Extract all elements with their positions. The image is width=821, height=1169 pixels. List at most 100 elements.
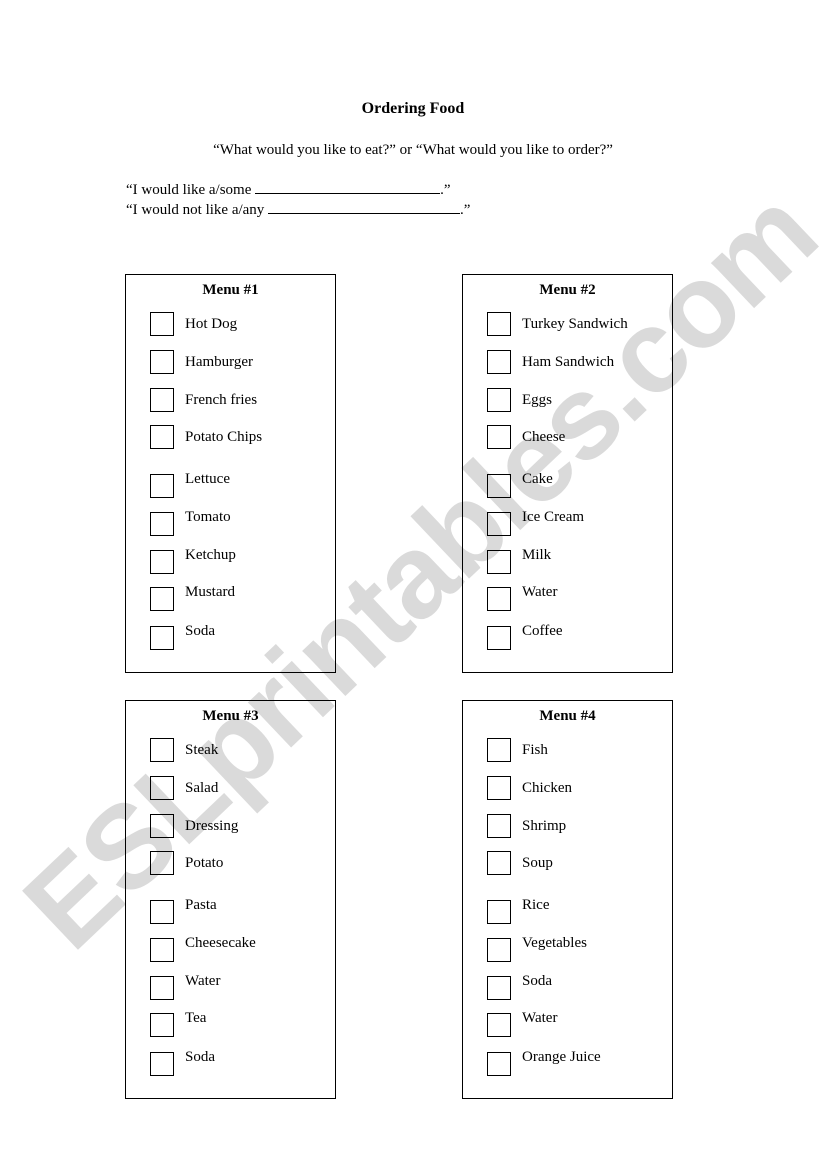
menu-item-checkbox[interactable]	[487, 388, 511, 412]
menu-item-checkbox[interactable]	[150, 626, 174, 650]
menu-item-checkbox[interactable]	[150, 474, 174, 498]
menu-item-label: Potato	[185, 855, 224, 871]
menu-item-checkbox[interactable]	[487, 900, 511, 924]
menu-item-checkbox[interactable]	[487, 1013, 511, 1037]
menu-item: Pasta	[150, 897, 330, 926]
menu-item-checkbox[interactable]	[487, 550, 511, 574]
menu-item-checkbox[interactable]	[487, 738, 511, 762]
blank-line-not-like[interactable]	[268, 200, 461, 214]
menu-item: Ham Sandwich	[487, 350, 667, 376]
menu-item-label: Soda	[185, 623, 215, 639]
menu-item-label: Tomato	[185, 509, 231, 525]
menu-item-checkbox[interactable]	[487, 474, 511, 498]
menu-item-label: French fries	[185, 392, 258, 408]
menu-item: Coffee	[487, 623, 667, 652]
menu-item-checkbox[interactable]	[487, 512, 511, 536]
menu-item-checkbox[interactable]	[487, 1052, 511, 1076]
menu-item: Shrimp	[487, 814, 667, 840]
menu-item-checkbox[interactable]	[487, 814, 511, 838]
menu-item-checkbox[interactable]	[487, 350, 511, 374]
menu-item-checkbox[interactable]	[487, 626, 511, 650]
menu-item-checkbox[interactable]	[150, 776, 174, 800]
page-title: Ordering Food	[361, 100, 465, 117]
menu-item: Orange Juice	[487, 1049, 667, 1078]
sentence-like-prefix: “I would like a/some	[126, 182, 256, 198]
menu-title: Menu #1	[202, 282, 259, 298]
menu-item-checkbox[interactable]	[150, 350, 174, 374]
menu-item-checkbox[interactable]	[150, 976, 174, 1000]
menu-item: Eggs	[487, 388, 667, 414]
sentence-not-like: “I would not like a/any .”	[126, 200, 470, 219]
menu-item: Potato Chips	[150, 425, 330, 451]
sentence-not-like-suffix: .”	[460, 202, 471, 218]
menu-item: Water	[487, 584, 667, 613]
menu-item-label: Ice Cream	[522, 509, 585, 525]
menu-item: Chicken	[487, 776, 667, 802]
menu-item-checkbox[interactable]	[487, 851, 511, 875]
menu-item-checkbox[interactable]	[150, 738, 174, 762]
menu-title: Menu #2	[539, 282, 596, 298]
menu-item-checkbox[interactable]	[150, 425, 174, 449]
menu-item: Ketchup	[150, 547, 330, 576]
menu-item-label: Potato Chips	[185, 429, 263, 445]
menu-item: Soda	[487, 973, 667, 1002]
menu-item-checkbox[interactable]	[487, 776, 511, 800]
menu-item-label: Cheese	[522, 429, 566, 445]
menu-item-checkbox[interactable]	[150, 1013, 174, 1037]
menu-item-checkbox[interactable]	[150, 550, 174, 574]
menu-item-label: Cheesecake	[185, 935, 256, 951]
menu-item-label: Cake	[522, 471, 553, 487]
menu-item-checkbox[interactable]	[150, 1052, 174, 1076]
menu-item-label: Water	[522, 584, 558, 600]
menu-item-checkbox[interactable]	[487, 425, 511, 449]
menu-item: Soup	[487, 851, 667, 877]
menu-item-label: Turkey Sandwich	[522, 316, 628, 332]
sentence-not-like-prefix: “I would not like a/any	[126, 202, 269, 218]
menu-item-label: Salad	[185, 780, 219, 796]
menu-item-label: Hamburger	[185, 354, 254, 370]
menu-item-label: Milk	[522, 547, 552, 563]
menu-item: Water	[487, 1010, 667, 1039]
menu-item-checkbox[interactable]	[150, 851, 174, 875]
menu-item-label: Vegetables	[522, 935, 587, 951]
menu-item-checkbox[interactable]	[150, 814, 174, 838]
menu-item: Rice	[487, 897, 667, 926]
menu-item-label: Tea	[185, 1010, 207, 1026]
menu-item-checkbox[interactable]	[487, 587, 511, 611]
menu-item-label: Ham Sandwich	[522, 354, 615, 370]
menu-item-checkbox[interactable]	[150, 312, 174, 336]
menu-item-checkbox[interactable]	[150, 587, 174, 611]
menu-item: Soda	[150, 1049, 330, 1078]
menu-item-checkbox[interactable]	[487, 938, 511, 962]
menu-item: Lettuce	[150, 471, 330, 500]
menu-item-checkbox[interactable]	[487, 976, 511, 1000]
menu-item: Ice Cream	[487, 509, 667, 538]
menu-item-checkbox[interactable]	[150, 938, 174, 962]
blank-line-like[interactable]	[255, 180, 441, 194]
menu-item: Milk	[487, 547, 667, 576]
menu-item-checkbox[interactable]	[150, 512, 174, 536]
menu-item: French fries	[150, 388, 330, 414]
menu-item: Potato	[150, 851, 330, 877]
menu-item-label: Orange Juice	[522, 1049, 601, 1065]
menu-item: Cake	[487, 471, 667, 500]
menu-box-1: Menu #1 Hot Dog Hamburger French fries Potat…	[125, 274, 336, 673]
menu-item: Fish	[487, 738, 667, 764]
question-prompt: “What would you like to eat?” or “What w…	[213, 142, 613, 158]
menu-item-label: Steak	[185, 742, 219, 758]
menu-title: Menu #3	[202, 708, 259, 724]
menu-item: Hot Dog	[150, 312, 330, 338]
menu-title: Menu #4	[539, 708, 596, 724]
menu-box-4: Menu #4 Fish Chicken Shrimp Soup Rice Vegetabl…	[462, 700, 673, 1099]
watermark: ESLprintables.com	[0, 165, 821, 975]
menu-item-label: Pasta	[185, 897, 217, 913]
menu-item: Soda	[150, 623, 330, 652]
menu-item-label: Fish	[522, 742, 548, 758]
menu-item-checkbox[interactable]	[150, 900, 174, 924]
menu-item-label: Hot Dog	[185, 316, 238, 332]
menu-item-checkbox[interactable]	[150, 388, 174, 412]
menu-item: Hamburger	[150, 350, 330, 376]
menu-item-label: Soup	[522, 855, 553, 871]
menu-item-label: Mustard	[185, 584, 235, 600]
menu-item-checkbox[interactable]	[487, 312, 511, 336]
